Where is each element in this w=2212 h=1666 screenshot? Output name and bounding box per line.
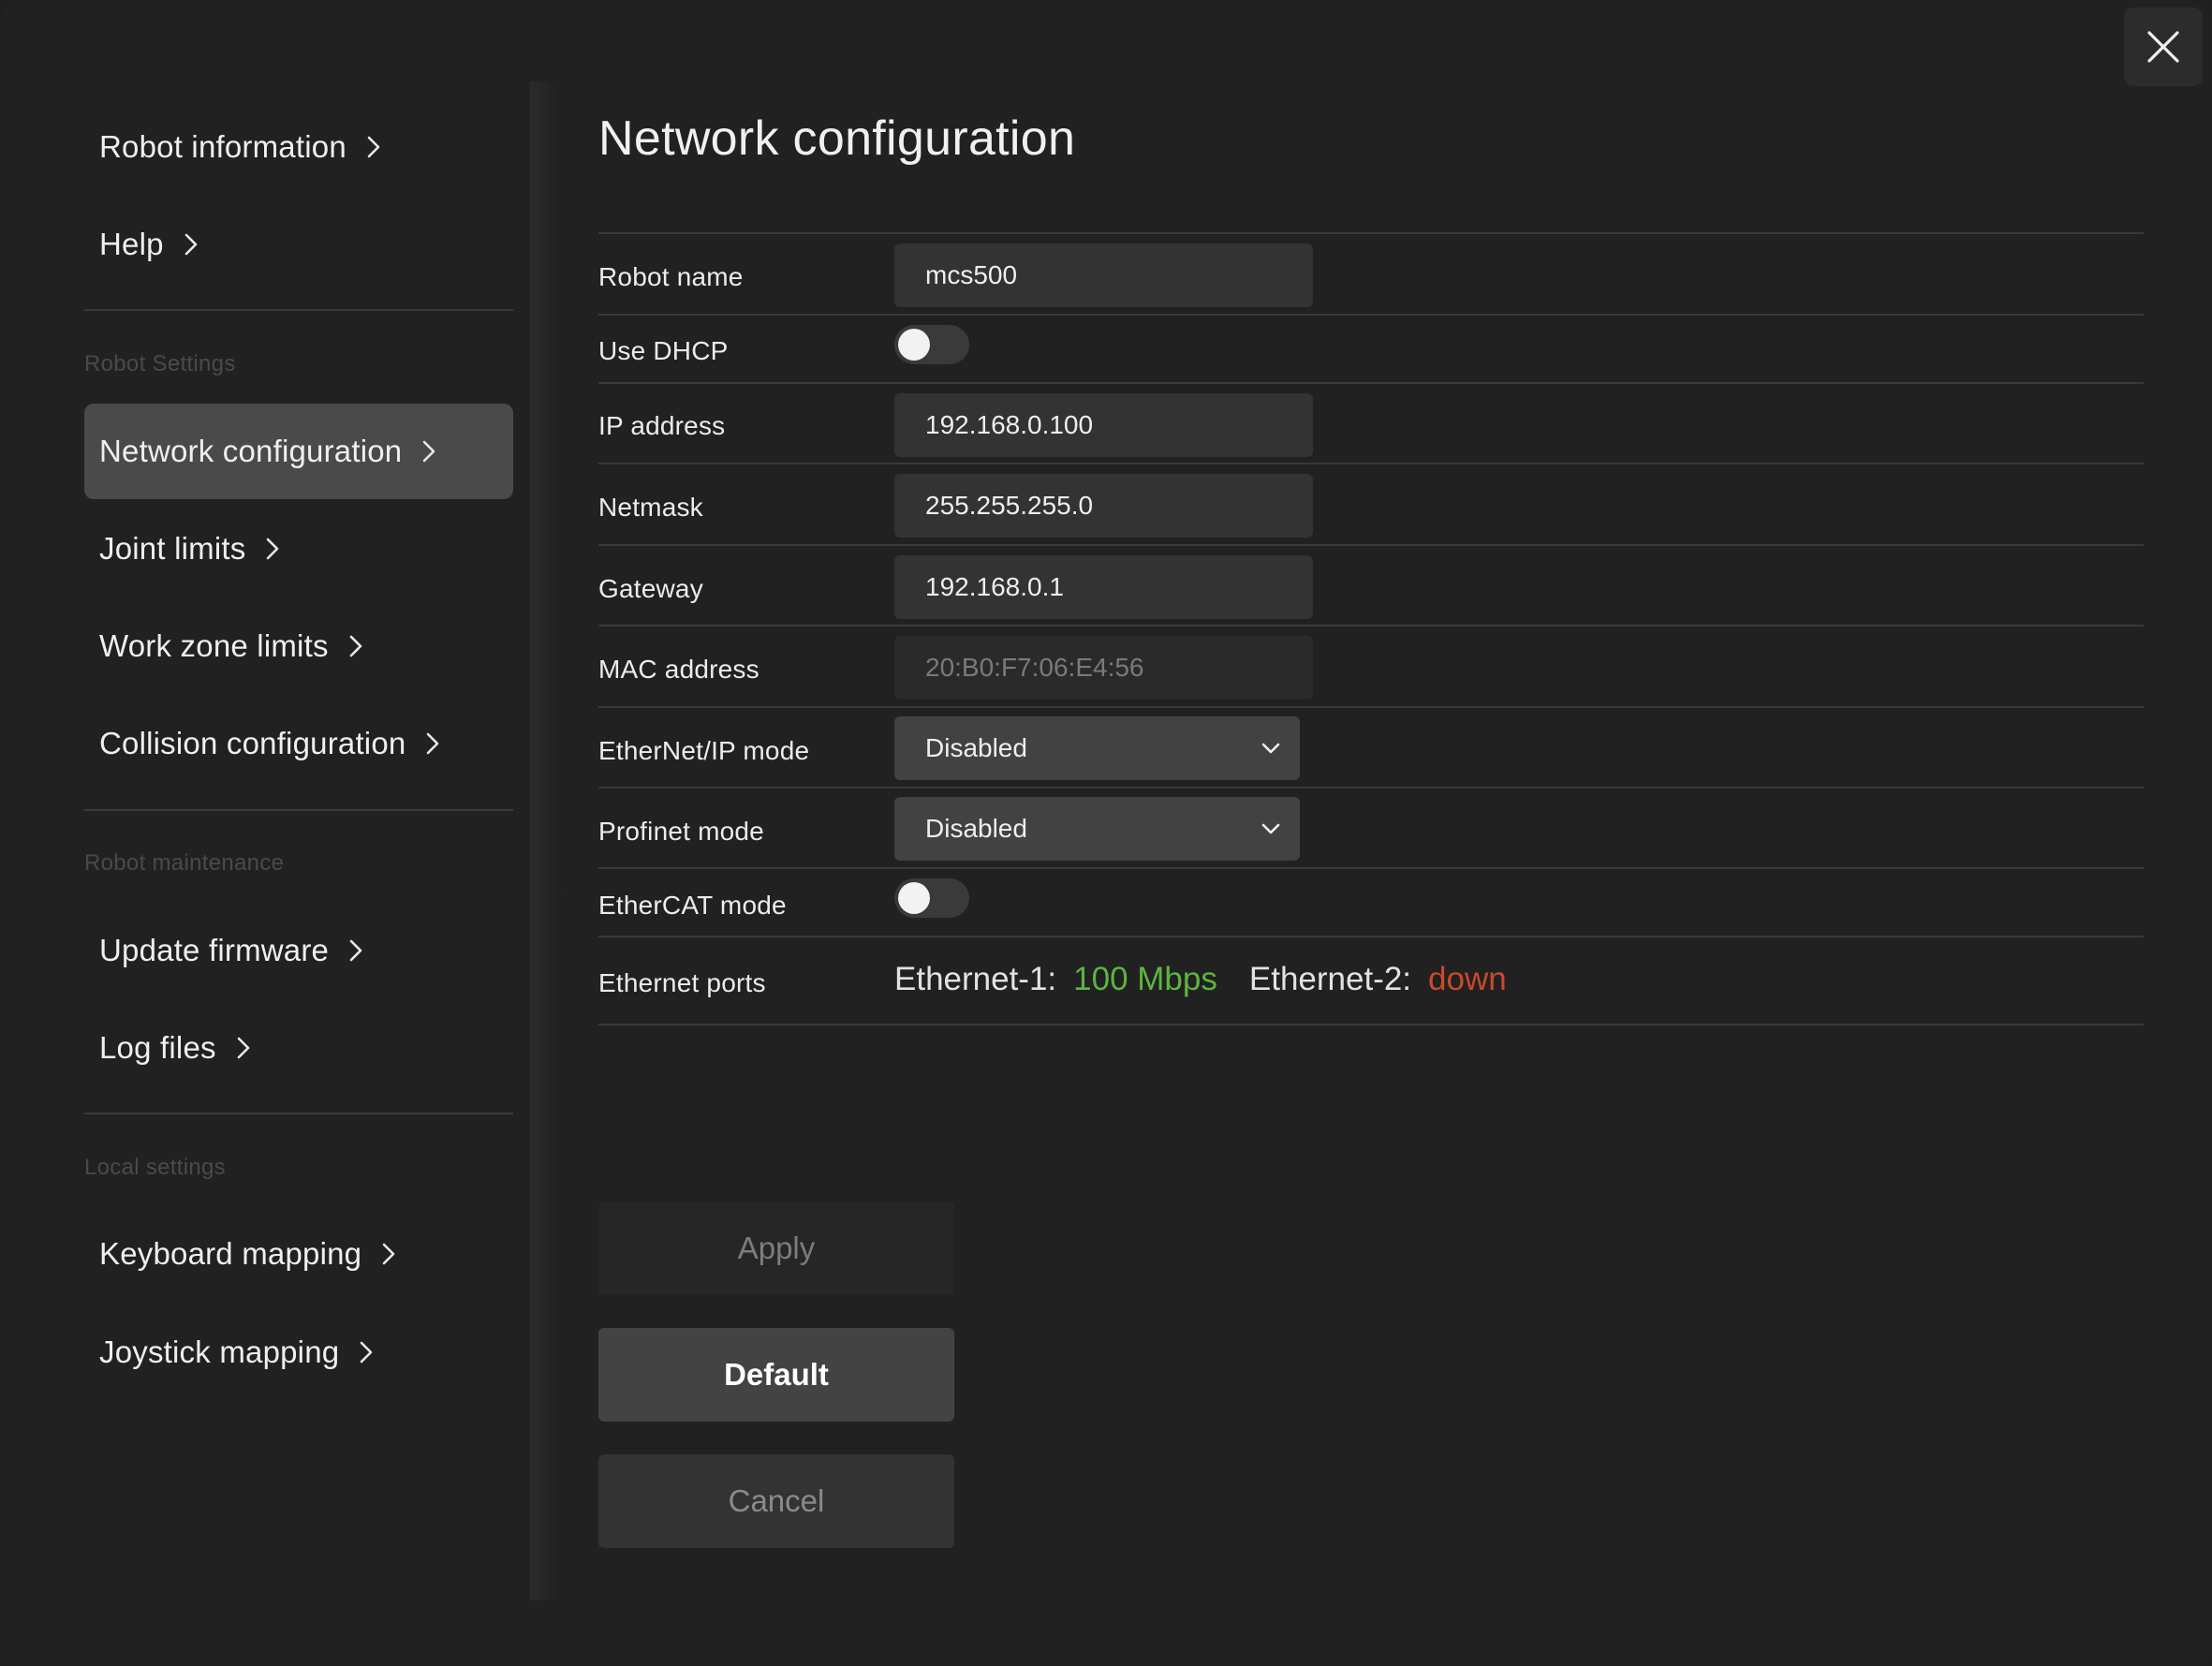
port2-name: Ethernet-2: [1248,961,1412,997]
section-title-robot-maintenance: Robot maintenance [84,850,285,876]
ethercat-mode-label: EtherCAT mode [598,891,787,920]
chevron-right-icon [349,937,370,964]
mac-address-field: 20:B0:F7:06:E4:56 [894,636,1313,700]
chevron-down-icon [1261,743,1280,754]
port1-status: 100 Mbps [1073,961,1217,997]
section-title-robot-settings: Robot Settings [84,351,236,376]
profinet-mode-select[interactable]: Disabled [894,797,1300,861]
sidebar-item-label: Joint limits [99,531,246,566]
netmask-input[interactable]: 255.255.255.0 [894,474,1313,538]
ethernet-ports-label: Ethernet ports [598,968,766,997]
chevron-right-icon [422,438,443,464]
port1-name: Ethernet-1: [894,961,1057,997]
apply-button[interactable]: Apply [598,1202,954,1295]
ethercat-mode-toggle[interactable] [894,878,969,918]
mac-address-label: MAC address [598,655,759,684]
section-title-local-settings: Local settings [84,1155,226,1180]
row-divider [598,787,2144,789]
ethernet-ip-mode-select[interactable]: Disabled [894,716,1300,780]
sidebar-item-label: Joystick mapping [99,1334,340,1369]
cancel-button[interactable]: Cancel [598,1454,954,1548]
use-dhcp-toggle[interactable] [894,325,969,364]
ethernet-ports-status: Ethernet-1: 100 Mbps Ethernet-2: down [894,961,1507,998]
row-divider [598,1024,2144,1025]
chevron-right-icon [266,536,287,562]
row-divider [598,936,2144,937]
row-divider [598,625,2144,627]
row-divider [598,463,2144,464]
sidebar-item-robot-information[interactable]: Robot information [84,99,513,195]
close-icon [2147,31,2179,63]
sidebar-item-label: Keyboard mapping [99,1236,362,1271]
row-divider [598,382,2144,384]
row-divider [598,544,2144,546]
row-divider [598,706,2144,708]
row-divider [598,232,2144,234]
row-divider [598,314,2144,316]
robot-name-label: Robot name [598,262,744,291]
sidebar-item-label: Log files [99,1030,216,1065]
chevron-right-icon [367,134,388,160]
ip-address-label: IP address [598,411,726,440]
chevron-right-icon [426,730,447,757]
profinet-mode-label: Profinet mode [598,817,764,846]
gateway-input[interactable]: 192.168.0.1 [894,555,1313,619]
robot-name-input[interactable]: mcs500 [894,243,1313,307]
sidebar-item-network-configuration[interactable]: Network configuration [84,404,513,499]
sidebar-item-log-files[interactable]: Log files [84,1000,513,1096]
sidebar-item-label: Help [99,227,164,261]
select-value: Disabled [925,814,1027,843]
sidebar-separator [530,81,564,1600]
netmask-label: Netmask [598,493,703,522]
chevron-right-icon [360,1339,380,1365]
chevron-right-icon [382,1241,403,1267]
section-divider [84,309,513,311]
chevron-right-icon [349,633,370,659]
gateway-label: Gateway [598,574,703,603]
sidebar-item-joint-limits[interactable]: Joint limits [84,501,513,597]
sidebar-item-label: Work zone limits [99,628,329,663]
sidebar-item-label: Network configuration [99,434,403,468]
select-value: Disabled [925,733,1027,762]
section-divider [84,809,513,811]
chevron-right-icon [184,231,205,258]
sidebar: Robot information Help Robot Settings Ne… [0,0,530,1601]
toggle-knob [898,882,930,914]
sidebar-item-label: Update firmware [99,933,330,967]
chevron-right-icon [237,1035,258,1061]
sidebar-item-collision-configuration[interactable]: Collision configuration [84,696,513,791]
ip-address-input[interactable]: 192.168.0.100 [894,393,1313,457]
settings-dialog: Robot information Help Robot Settings Ne… [0,0,2212,1666]
default-button[interactable]: Default [598,1328,954,1422]
sidebar-item-update-firmware[interactable]: Update firmware [84,903,513,998]
page-title: Network configuration [598,111,1076,166]
section-divider [84,1113,513,1114]
port2-status: down [1428,961,1507,997]
sidebar-item-joystick-mapping[interactable]: Joystick mapping [84,1305,513,1400]
sidebar-item-label: Collision configuration [99,726,406,760]
row-divider [598,867,2144,869]
sidebar-item-keyboard-mapping[interactable]: Keyboard mapping [84,1206,513,1302]
use-dhcp-label: Use DHCP [598,336,729,365]
sidebar-item-work-zone-limits[interactable]: Work zone limits [84,598,513,694]
ethernet-ip-mode-label: EtherNet/IP mode [598,736,810,765]
sidebar-item-help[interactable]: Help [84,197,513,292]
chevron-down-icon [1261,823,1280,834]
sidebar-item-label: Robot information [99,129,347,164]
close-button[interactable] [2124,7,2203,86]
toggle-knob [898,329,930,361]
